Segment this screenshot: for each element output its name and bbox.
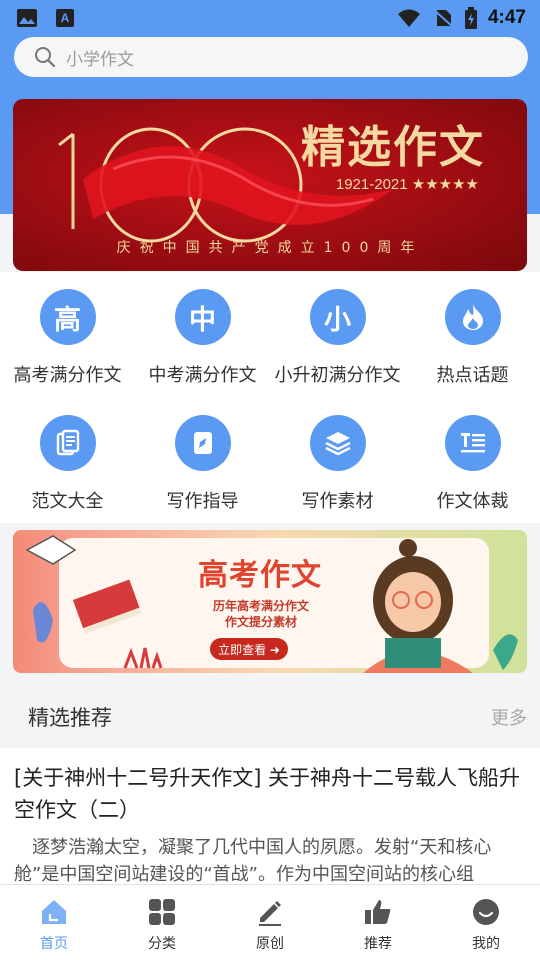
wifi-icon [397, 9, 420, 27]
status-bar: A 4:47 [0, 0, 540, 36]
smiley-icon [473, 899, 499, 925]
keyboard-a-icon: A [56, 9, 74, 27]
section-header: 精选推荐 更多 [0, 689, 540, 745]
category-label: 高考满分作文 [13, 365, 122, 386]
xiao-icon: 小 [309, 289, 366, 345]
category-xiaoshengchu[interactable]: 小 小升初满分作文 [270, 289, 405, 387]
zhong-icon: 中 [174, 289, 231, 345]
tab-label: 分类 [148, 936, 176, 952]
banner-caption: 庆祝中国共产党成立100周年 [116, 240, 424, 256]
category-genres[interactable]: 作文体裁 [405, 415, 540, 513]
gao-icon: 高 [39, 289, 96, 345]
category-label: 作文体裁 [436, 491, 509, 512]
promo-line-2: 作文提分素材 [225, 615, 298, 629]
tab-label: 原创 [256, 936, 284, 952]
search-placeholder: 小学作文 [66, 49, 134, 70]
promo-line-1: 历年高考满分作文 [213, 599, 310, 613]
tab-categories[interactable]: 分类 [108, 885, 216, 960]
section-title: 精选推荐 [28, 706, 112, 730]
thumbs-up-icon [365, 900, 391, 924]
category-label: 写作素材 [301, 491, 374, 512]
flame-icon [444, 289, 501, 345]
article-title: [关于神州十二号升天作文] 关于神舟十二号载人飞船升空作文（二） [14, 766, 521, 822]
svg-text:A: A [61, 11, 70, 25]
category-label: 范文大全 [31, 491, 104, 512]
tab-recommend[interactable]: 推荐 [324, 885, 432, 960]
promo-subtitle: 历年高考满分作文 作文提分素材 [213, 598, 309, 630]
category-label: 小升初满分作文 [274, 365, 401, 386]
search-icon [35, 47, 56, 68]
category-label: 中考满分作文 [148, 365, 257, 386]
battery-icon [464, 7, 477, 29]
documents-icon [39, 415, 96, 471]
compass-book-icon [174, 415, 231, 471]
category-grid: 高 高考满分作文 中 中考满分作文 小 小升初满分作文 热点话题 范文大全 写作… [0, 272, 540, 523]
more-link[interactable]: 更多 [491, 704, 527, 730]
banner-years: 1921-2021 ★★★★★ [335, 176, 479, 193]
banner-title: 精选作文 [301, 122, 485, 173]
tab-label: 我的 [472, 936, 500, 952]
home-icon [42, 900, 66, 924]
bottom-tab-bar: 首页 分类 原创 推荐 我的 [0, 884, 540, 960]
tab-label: 推荐 [364, 936, 392, 952]
banner-carousel[interactable]: 精选作文 1921-2021 ★★★★★ 庆祝中国共产党成立100周年 [13, 99, 527, 271]
tab-original[interactable]: 原创 [216, 885, 324, 960]
category-hot-topics[interactable]: 热点话题 [405, 289, 540, 387]
tab-home[interactable]: 首页 [0, 885, 108, 960]
category-writing-material[interactable]: 写作素材 [270, 415, 405, 513]
category-zhongkao[interactable]: 中 中考满分作文 [135, 289, 270, 387]
category-gaokao[interactable]: 高 高考满分作文 [0, 289, 135, 387]
promo-banner[interactable]: 高考作文 历年高考满分作文 作文提分素材 立即查看 ➜ [13, 530, 527, 673]
category-model-essays[interactable]: 范文大全 [0, 415, 135, 513]
category-writing-guide[interactable]: 写作指导 [135, 415, 270, 513]
pencil-icon [259, 901, 281, 926]
promo-title: 高考作文 [198, 558, 322, 593]
layers-icon [309, 415, 366, 471]
article-card[interactable]: [关于神州十二号升天作文] 关于神舟十二号载人飞船升空作文（二） 逐梦浩瀚太空，… [0, 748, 540, 884]
no-sim-icon [433, 9, 454, 28]
article-excerpt: 逐梦浩瀚太空，凝聚了几代中国人的夙愿。发射“天和核心舱”是中国空间站建设的“首战… [14, 837, 492, 884]
tab-label: 首页 [40, 936, 68, 952]
clock: 4:47 [487, 7, 526, 28]
image-icon [17, 9, 37, 27]
tab-profile[interactable]: 我的 [432, 885, 540, 960]
category-label: 写作指导 [166, 491, 239, 512]
search-bar[interactable]: 小学作文 [14, 37, 528, 77]
view-now-button[interactable]: 立即查看 ➜ [210, 638, 288, 660]
category-label: 热点话题 [436, 365, 509, 386]
text-format-icon [444, 415, 501, 471]
grid-icon [149, 899, 175, 925]
